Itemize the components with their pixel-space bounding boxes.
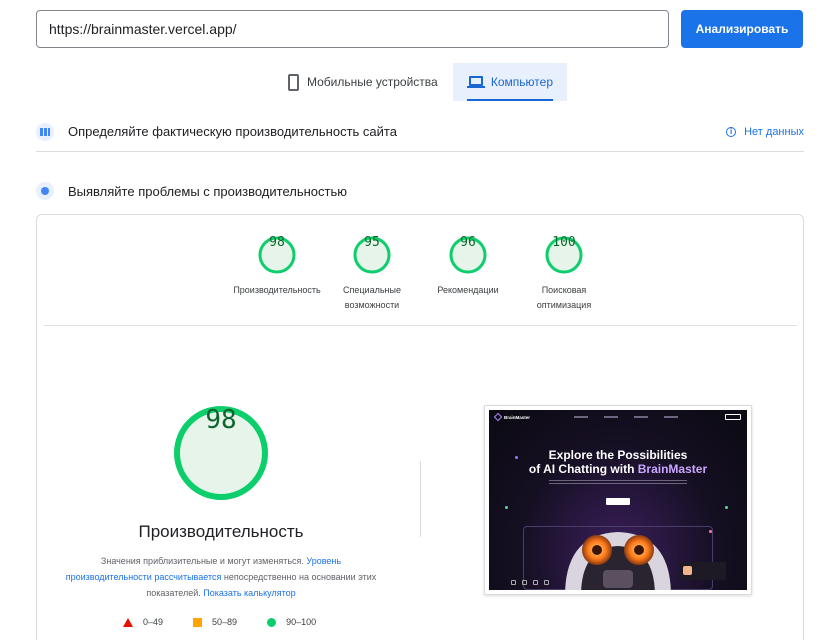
site-cta (606, 498, 630, 505)
site-subtext (549, 480, 687, 486)
tab-mobile[interactable]: Мобильные устройства (274, 63, 452, 101)
active-tab-indicator (467, 99, 553, 101)
score-value: 96 (460, 235, 476, 250)
tab-mobile-label: Мобильные устройства (307, 75, 438, 89)
legend-range: 90–100 (286, 617, 317, 627)
legend-fail: 0–49 (123, 617, 163, 627)
tab-desktop-label: Компьютер (490, 75, 553, 89)
phone-icon (288, 73, 299, 91)
performance-title: Производительность (138, 522, 304, 541)
no-data-link[interactable]: i Нет данных (726, 126, 804, 138)
report-card: 98 Производительность 95 Специальные воз… (36, 214, 804, 640)
desc-text: Значения приблизительные и могут изменят… (100, 556, 304, 566)
site-logo: BrainMaster (493, 412, 530, 422)
site-headline: Explore the Possibilities of AI Chatting… (528, 448, 708, 476)
laptop-icon (467, 76, 485, 88)
robot-image (565, 532, 671, 590)
score-value: 100 (552, 235, 576, 250)
analyze-button[interactable]: Анализировать (681, 10, 803, 48)
score-gauge-performance[interactable]: 98 Производительность (227, 235, 327, 298)
divider (44, 325, 797, 326)
score-gauge-accessibility[interactable]: 95 Специальные возможности (322, 235, 422, 313)
legend-range: 50–89 (212, 617, 238, 627)
field-data-icon (36, 122, 54, 141)
pagespeed-page: https://brainmaster.vercel.app/ Анализир… (0, 0, 835, 640)
info-icon: i (726, 126, 737, 137)
lab-data-title: Выявляйте проблемы с производительностью (68, 183, 348, 199)
url-input[interactable]: https://brainmaster.vercel.app/ (36, 10, 669, 48)
score-gauge-best-practices[interactable]: 96 Рекомендации (418, 235, 518, 298)
field-data-section: Определяйте фактическую производительнос… (36, 112, 804, 152)
triangle-icon (123, 617, 133, 627)
legend-pass: 90–100 (267, 617, 316, 627)
show-calculator-link[interactable]: Показать калькулятор (203, 588, 295, 598)
score-label: Поисковая оптимизация (536, 285, 592, 310)
score-value: 98 (269, 235, 285, 250)
tab-desktop[interactable]: Компьютер (453, 63, 567, 101)
circle-icon (267, 617, 277, 627)
score-label: Рекомендации (437, 285, 499, 295)
lab-data-section: Выявляйте проблемы с производительностью (36, 171, 804, 211)
lab-data-icon (36, 182, 54, 200)
field-data-title: Определяйте фактическую производительнос… (68, 124, 397, 139)
no-data-label: Нет данных (744, 125, 804, 138)
score-label: Производительность (233, 285, 321, 295)
site-chat-card (680, 562, 726, 580)
final-screenshot: BrainMaster Explore the Possibilities of… (484, 405, 752, 595)
site-toolbar (511, 580, 549, 585)
score-value: 95 (364, 235, 380, 250)
performance-score: 98 (205, 405, 237, 435)
score-gauge-seo[interactable]: 100 Поисковая оптимизация (514, 235, 614, 313)
legend-range: 0–49 (143, 617, 164, 627)
legend-average: 50–89 (193, 617, 237, 627)
site-nav: BrainMaster (489, 410, 747, 424)
score-label: Специальные возможности (343, 285, 401, 310)
screenshot-image: BrainMaster Explore the Possibilities of… (489, 410, 747, 590)
performance-description: Значения приблизительные и могут изменят… (61, 553, 381, 601)
square-icon (193, 617, 203, 627)
vertical-divider (420, 461, 421, 537)
score-legend: 0–49 50–89 90–100 (123, 617, 316, 627)
